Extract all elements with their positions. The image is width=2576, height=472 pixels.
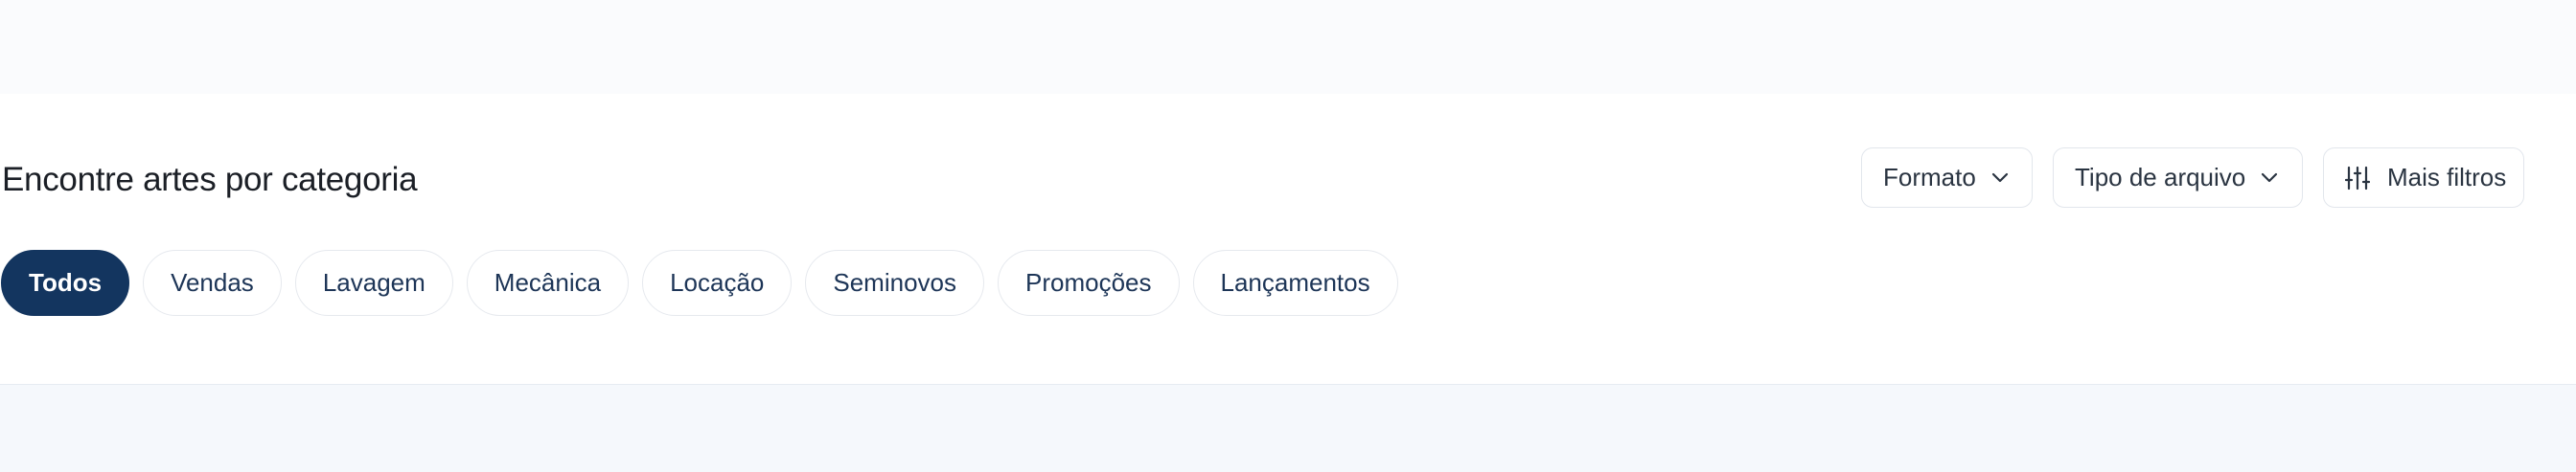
sliders-icon — [2345, 166, 2370, 191]
top-band — [0, 0, 2576, 94]
category-chip-todos[interactable]: Todos — [1, 250, 130, 316]
filter-toolbar: Formato Tipo de arquivo Mais filtros — [1861, 147, 2524, 208]
category-chip-lancamentos[interactable]: Lançamentos — [1192, 250, 1398, 316]
category-chip-lavagem[interactable]: Lavagem — [294, 250, 453, 316]
file-type-dropdown-label: Tipo de arquivo — [2075, 163, 2246, 191]
chevron-down-icon — [1991, 172, 2009, 184]
category-section — [0, 94, 2576, 385]
chevron-down-icon — [2261, 172, 2278, 184]
category-chip-mecanica[interactable]: Mecânica — [466, 250, 630, 316]
category-chip-promocoes[interactable]: Promoções — [998, 250, 1180, 316]
format-dropdown[interactable]: Formato — [1861, 147, 2033, 208]
file-type-dropdown[interactable]: Tipo de arquivo — [2053, 147, 2303, 208]
more-filters-button[interactable]: Mais filtros — [2323, 147, 2524, 208]
category-chip-vendas[interactable]: Vendas — [143, 250, 282, 316]
section-title: Encontre artes por categoria — [2, 161, 418, 198]
more-filters-label: Mais filtros — [2387, 163, 2507, 191]
category-chip-locacao[interactable]: Locação — [642, 250, 793, 316]
category-chip-seminovos[interactable]: Seminovos — [805, 250, 984, 316]
category-chips: Todos Vendas Lavagem Mecânica Locação Se… — [1, 250, 1398, 316]
bottom-band — [0, 385, 2576, 472]
format-dropdown-label: Formato — [1883, 163, 1976, 191]
